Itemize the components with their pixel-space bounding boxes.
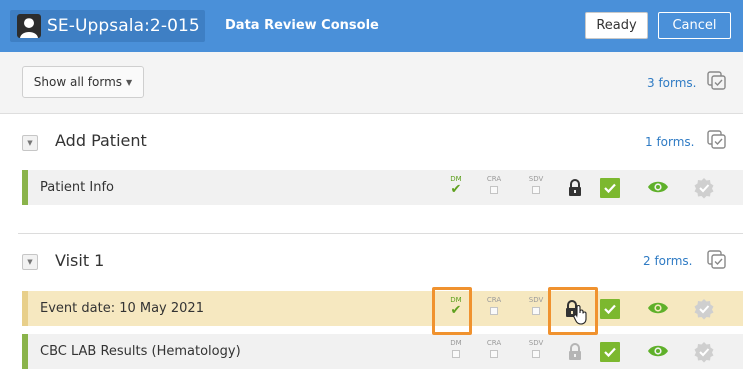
copy-forms-icon[interactable] <box>706 70 728 92</box>
check-icon: ✔ <box>450 182 462 197</box>
complete-check-button[interactable] <box>600 299 620 319</box>
caret-down-icon: ▼ <box>126 77 133 87</box>
verified-badge-icon[interactable] <box>693 177 715 199</box>
page-title: Data Review Console <box>225 18 379 33</box>
subject-badge[interactable]: SE-Uppsala:2-015 <box>10 10 205 42</box>
checkbox-icon <box>490 307 498 315</box>
status-bar <box>22 291 28 326</box>
cra-label: CRA <box>486 339 502 347</box>
checkbox-icon <box>490 186 498 194</box>
cra-status[interactable]: CRA <box>483 296 505 320</box>
subject-id: SE-Uppsala:2-015 <box>47 16 200 36</box>
dm-status[interactable]: DM ✔ <box>445 296 467 320</box>
hand-cursor-icon <box>573 305 587 325</box>
status-bar <box>22 334 28 369</box>
forms-count-link[interactable]: 1 forms. <box>645 135 695 149</box>
sdv-label: SDV <box>528 296 544 304</box>
eye-icon[interactable] <box>647 300 669 316</box>
form-row-event-date: Event date: 10 May 2021 DM ✔ CRA SDV <box>22 291 743 326</box>
verified-badge-icon[interactable] <box>693 341 715 363</box>
patient-avatar-icon <box>17 14 41 38</box>
sdv-label: SDV <box>528 339 544 347</box>
cancel-button[interactable]: Cancel <box>658 12 731 39</box>
eye-icon[interactable] <box>647 179 669 195</box>
cra-status[interactable]: CRA <box>483 339 505 363</box>
cra-status[interactable]: CRA <box>483 175 505 199</box>
checkbox-icon <box>532 350 540 358</box>
show-all-forms-label: Show all forms <box>33 75 123 89</box>
complete-check-button[interactable] <box>600 342 620 362</box>
form-row-patient-info: Patient Info DM ✔ CRA SDV <box>22 170 743 205</box>
collapse-toggle[interactable]: ▼ <box>22 135 38 151</box>
sdv-label: SDV <box>528 175 544 183</box>
header-bar: SE-Uppsala:2-015 Data Review Console Rea… <box>0 0 743 52</box>
forms-count-link[interactable]: 2 forms. <box>643 254 693 268</box>
section-title: Visit 1 <box>55 251 105 270</box>
caret-down-icon: ▼ <box>27 139 33 147</box>
copy-forms-icon[interactable] <box>706 129 728 151</box>
show-all-forms-dropdown[interactable]: Show all forms ▼ <box>22 66 144 98</box>
dm-status[interactable]: DM <box>445 339 467 363</box>
toolbar: Show all forms ▼ 3 forms. <box>0 52 743 114</box>
dm-status[interactable]: DM ✔ <box>445 175 467 199</box>
sdv-status[interactable]: SDV <box>525 296 547 320</box>
cra-label: CRA <box>486 175 502 183</box>
section-visit-1: ▼ Visit 1 2 forms. <box>0 235 743 291</box>
copy-forms-icon[interactable] <box>706 249 728 271</box>
form-name[interactable]: CBC LAB Results (Hematology) <box>40 344 241 359</box>
section-title: Add Patient <box>55 131 147 150</box>
form-name[interactable]: Event date: 10 May 2021 <box>40 301 204 316</box>
verified-badge-icon[interactable] <box>693 298 715 320</box>
checkbox-icon <box>452 350 460 358</box>
form-name[interactable]: Patient Info <box>40 180 114 195</box>
form-row-cbc-lab-results: CBC LAB Results (Hematology) DM CRA SDV <box>22 334 743 369</box>
forms-count-link[interactable]: 3 forms. <box>647 76 697 90</box>
dm-label: DM <box>450 339 462 347</box>
checkbox-icon <box>532 186 540 194</box>
checkbox-icon <box>532 307 540 315</box>
lock-icon[interactable] <box>567 179 583 197</box>
caret-down-icon: ▼ <box>27 258 33 266</box>
check-icon: ✔ <box>450 303 462 318</box>
checkbox-icon <box>490 350 498 358</box>
lock-icon[interactable] <box>567 343 583 361</box>
section-add-patient: ▼ Add Patient 1 forms. <box>0 114 743 170</box>
complete-check-button[interactable] <box>600 178 620 198</box>
check-icon <box>604 304 616 315</box>
sdv-status[interactable]: SDV <box>525 175 547 199</box>
eye-icon[interactable] <box>647 343 669 359</box>
cra-label: CRA <box>486 296 502 304</box>
ready-button[interactable]: Ready <box>585 12 648 39</box>
sdv-status[interactable]: SDV <box>525 339 547 363</box>
check-icon <box>604 347 616 358</box>
section-divider <box>18 233 743 234</box>
check-icon <box>604 183 616 194</box>
collapse-toggle[interactable]: ▼ <box>22 254 38 270</box>
status-bar <box>22 170 28 205</box>
